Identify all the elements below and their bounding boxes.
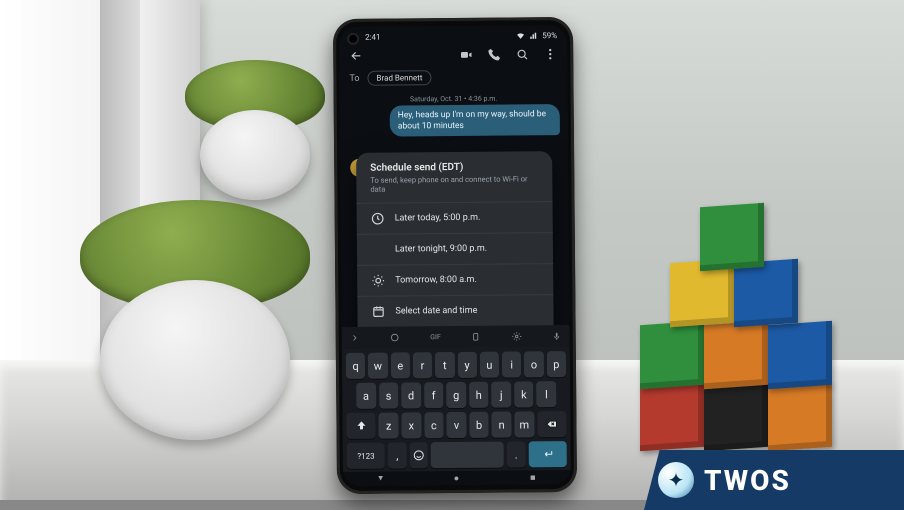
recipient-chip[interactable]: Brad Bennett (367, 70, 431, 86)
backspace-key[interactable] (537, 411, 567, 437)
key-u[interactable]: u (480, 352, 500, 378)
video-call-icon[interactable] (459, 48, 473, 62)
gif-icon[interactable]: GIF (430, 333, 441, 341)
sticker-icon[interactable] (390, 332, 400, 342)
wifi-icon (516, 31, 525, 40)
status-bar: 2:41 59% (339, 25, 567, 45)
back-icon[interactable] (349, 49, 363, 63)
key-s[interactable]: s (379, 383, 399, 409)
plant-pot-small (200, 110, 310, 200)
settings-icon[interactable] (511, 331, 521, 341)
key-l[interactable]: l (537, 381, 557, 407)
nav-back-icon[interactable]: ▾ (378, 474, 383, 484)
clock-icon (371, 211, 385, 225)
android-nav-bar: ▾ ● ■ (343, 470, 571, 486)
clipboard-icon[interactable] (471, 332, 481, 342)
key-row-4: ?123 , . (347, 441, 567, 469)
key-row-1: q w e r t y u i o p (346, 351, 566, 379)
moon-icon (371, 242, 385, 256)
to-label: To (349, 73, 359, 83)
key-b[interactable]: b (469, 412, 489, 438)
calendar-icon (371, 304, 385, 318)
key-row-3: z x c v b n m (346, 411, 566, 439)
dialog-subtitle: To send, keep phone on and connect to Wi… (370, 174, 538, 194)
option-label: Later tonight, 9:00 p.m. (395, 243, 487, 254)
key-c[interactable]: c (424, 412, 444, 438)
message-timestamp: Saturday, Oct. 31 • 4:36 p.m. (348, 94, 560, 104)
period-key[interactable]: . (507, 441, 526, 467)
toy-blocks (640, 235, 880, 465)
key-j[interactable]: j (491, 382, 511, 408)
key-o[interactable]: o (524, 351, 544, 377)
option-label: Later today, 5:00 p.m. (395, 213, 481, 224)
key-k[interactable]: k (514, 381, 534, 407)
key-t[interactable]: t (435, 352, 455, 378)
phone-screen: 2:41 59% (339, 25, 571, 486)
symbols-key[interactable]: ?123 (347, 443, 386, 469)
camera-hole (349, 35, 357, 43)
keyboard-suggest-bar: GIF (342, 325, 570, 349)
key-w[interactable]: w (368, 353, 388, 379)
option-label: Select date and time (395, 306, 477, 317)
schedule-send-dialog: Schedule send (EDT) To send, keep phone … (356, 151, 554, 353)
sent-message-bubble[interactable]: Hey, heads up I'm on my way, should be a… (390, 104, 560, 137)
space-key[interactable] (431, 442, 504, 469)
emoji-key[interactable] (409, 442, 428, 468)
brand-text: TWOS (704, 464, 791, 497)
lightbulb-icon: ✦ (658, 462, 694, 498)
shift-key[interactable] (346, 413, 376, 439)
nav-recents-icon[interactable]: ■ (530, 472, 536, 483)
sun-icon (371, 273, 385, 287)
key-v[interactable]: v (447, 412, 467, 438)
option-select-datetime[interactable]: Select date and time (357, 294, 553, 327)
key-d[interactable]: d (401, 382, 421, 408)
key-m[interactable]: m (514, 411, 534, 437)
battery-text: 59% (542, 31, 557, 40)
phone-call-icon[interactable] (487, 48, 501, 62)
signal-icon (529, 31, 538, 40)
dialog-title: Schedule send (EDT) (370, 161, 538, 173)
key-f[interactable]: f (424, 382, 444, 408)
comma-key[interactable]: , (388, 442, 407, 468)
option-label: Tomorrow, 8:00 a.m. (395, 275, 477, 286)
key-i[interactable]: i (502, 351, 522, 377)
nav-home-icon[interactable]: ● (454, 472, 460, 483)
key-e[interactable]: e (390, 352, 410, 378)
app-bar (339, 43, 567, 67)
search-icon[interactable] (515, 47, 529, 61)
compose-to-row: To Brad Bennett (339, 65, 567, 92)
option-tomorrow[interactable]: Tomorrow, 8:00 a.m. (357, 263, 553, 296)
key-x[interactable]: x (401, 412, 421, 438)
key-r[interactable]: r (413, 352, 433, 378)
status-time: 2:41 (365, 32, 381, 41)
key-p[interactable]: p (547, 351, 567, 377)
key-n[interactable]: n (492, 412, 512, 438)
key-h[interactable]: h (469, 382, 489, 408)
keyboard: q w e r t y u i o p a s d f g h j k l (342, 347, 571, 486)
mic-icon[interactable] (552, 331, 562, 341)
key-g[interactable]: g (446, 382, 466, 408)
plant-pot-large (100, 280, 290, 440)
option-later-today[interactable]: Later today, 5:00 p.m. (357, 201, 553, 234)
enter-key[interactable] (528, 441, 567, 467)
chevron-right-icon[interactable] (350, 333, 360, 343)
key-q[interactable]: q (346, 353, 366, 379)
key-y[interactable]: y (457, 352, 477, 378)
phone-device: 2:41 59% (333, 17, 577, 494)
brand-badge: ✦ TWOS (644, 450, 904, 510)
key-a[interactable]: a (356, 383, 376, 409)
option-later-tonight[interactable]: Later tonight, 9:00 p.m. (357, 232, 553, 265)
more-icon[interactable] (543, 47, 557, 61)
key-row-2: a s d f g h j k l (346, 381, 566, 409)
key-z[interactable]: z (379, 413, 399, 439)
message-thread: Saturday, Oct. 31 • 4:36 p.m. Hey, heads… (340, 90, 568, 141)
